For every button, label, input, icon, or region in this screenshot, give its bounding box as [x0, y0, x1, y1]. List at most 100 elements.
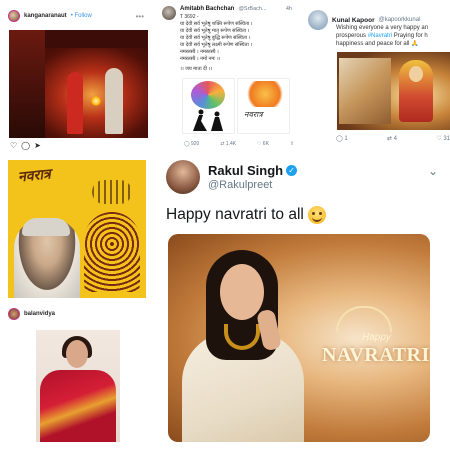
saree-shape [40, 370, 116, 442]
tweet-line: या देवी सर्व भूतेषु शक्ति रूपेण संस्थिता… [180, 21, 253, 27]
tweet-images[interactable]: नवरात्र [182, 78, 290, 134]
tweet-header: Rakul Singh ✓ @Rakulpreet [166, 160, 298, 194]
navratri-text-image[interactable]: नवरात्र [237, 78, 290, 134]
name-block: Rakul Singh ✓ @Rakulpreet [208, 163, 298, 191]
tweet-line: prosperous #Navratri Praying for h [336, 32, 446, 40]
like-action[interactable]: ♡ 6K [257, 141, 269, 147]
lamp-glow [91, 96, 101, 106]
post-header: kanganaranaut • Follow ••• [0, 0, 152, 26]
more-icon[interactable]: ••• [136, 12, 144, 21]
goddess-face [409, 66, 423, 82]
reply-action[interactable]: ◯ 1 [336, 135, 348, 142]
person-hair [22, 218, 70, 236]
retweet-icon: ⇄ [386, 136, 392, 142]
kangana-instagram-post: kanganaranaut • Follow ••• ♡◯➤ [0, 0, 152, 150]
username[interactable]: kanganaranaut [24, 13, 67, 19]
post-image[interactable] [9, 30, 148, 138]
tweet-line: happiness and peace for all 🙏 [336, 41, 419, 47]
image-navratri-text: NAVRATRI [322, 344, 430, 366]
comment-icon[interactable]: ◯ [21, 141, 34, 150]
card-title: नवरात्र [17, 165, 52, 185]
tweet-text: T 3692 - या देवी सर्व भूतेषु शक्ति रूपेण… [156, 14, 298, 73]
crown-motif [336, 306, 392, 332]
retweet-action[interactable]: ⇄ 4 [387, 135, 397, 142]
tweet-image[interactable] [337, 52, 450, 130]
reply-action[interactable]: ◯ 920 [184, 141, 199, 147]
tweet-line: या देवी सर्व भूतेषु बुद्धि रूपेण संस्थित… [180, 35, 251, 41]
handle[interactable]: @SrBach... [238, 6, 266, 12]
tweet-text-part: prosperous [336, 33, 368, 39]
orange-splash-shape [244, 81, 286, 107]
like-count: 31 [443, 136, 450, 142]
post-header: balanvidya [0, 300, 152, 322]
follow-button[interactable]: • Follow [71, 13, 92, 19]
image-word: नवरात्र [244, 110, 263, 119]
tweet-line: या देवी सर्व भूतेषु मातृ रूपेण संस्थिता … [180, 28, 250, 34]
post-action-icons: ♡◯➤ [10, 141, 45, 150]
reply-icon: ◯ [184, 141, 190, 147]
tweet-image[interactable]: Happy NAVRATRI [168, 234, 430, 442]
like-action[interactable]: ♡ 31 [436, 135, 450, 142]
avatar[interactable] [166, 160, 200, 194]
avatar[interactable] [8, 308, 20, 320]
retweet-count: 1.4K [225, 141, 237, 147]
retweet-icon: ⇄ [220, 141, 225, 147]
heart-icon[interactable]: ♡ [10, 141, 21, 150]
colour-splash-image[interactable] [182, 78, 235, 134]
like-icon: ♡ [256, 141, 262, 147]
tweet-text: Happy navratri to all [166, 206, 326, 224]
smile-emoji-icon [307, 206, 326, 224]
retweet-action[interactable]: ⇄ 1.4K [220, 141, 236, 147]
avatar[interactable] [308, 10, 328, 30]
dancers-silhouette [193, 109, 223, 131]
navratri-greeting-card: नवरात्र [0, 152, 152, 300]
post-image[interactable] [36, 330, 120, 442]
temple-art-shape [339, 58, 391, 124]
pattern-shape [92, 180, 132, 204]
display-name: Rakul Singh [208, 163, 284, 178]
colour-splash-shape [191, 81, 225, 109]
handle[interactable]: @kapoorkkunal [379, 17, 421, 23]
display-name[interactable]: Amitabh Bachchan [180, 6, 234, 12]
reply-icon: ◯ [336, 136, 343, 142]
goddess-illustration [84, 212, 140, 292]
avatar[interactable] [8, 10, 20, 22]
like-count: 6K [262, 141, 269, 147]
tweet-line: नमस्तस्यै । नमो नमः ।। [180, 56, 221, 62]
face-shape [220, 264, 264, 320]
display-name-row[interactable]: Rakul Singh ✓ [208, 163, 298, 178]
image-happy-text: Happy [362, 332, 391, 343]
retweet-count: 4 [393, 136, 398, 142]
reply-count: 920 [191, 141, 200, 147]
avatar[interactable] [162, 6, 176, 20]
share-icon[interactable]: ➤ [34, 141, 45, 150]
tweet-actions: ◯ 920 ⇄ 1.4K ♡ 6K ⇪ [184, 141, 294, 147]
share-icon[interactable]: ⇪ [290, 141, 294, 147]
chevron-down-icon[interactable]: ⌄ [428, 164, 438, 178]
tweet-line: Wishing everyone a very happy an [336, 25, 429, 31]
handle[interactable]: @Rakulpreet [208, 179, 297, 191]
tweet-id: T 3692 - [180, 14, 199, 20]
vidya-instagram-post: balanvidya [0, 300, 152, 450]
card-image[interactable]: नवरात्र [8, 160, 146, 298]
like-icon: ♡ [436, 136, 442, 142]
username[interactable]: balanvidya [24, 311, 55, 317]
face-shape [66, 340, 88, 368]
reply-count: 1 [344, 136, 348, 142]
verified-icon: ✓ [286, 165, 298, 176]
figure-white-outfit [105, 68, 123, 134]
timestamp: 4h [285, 6, 292, 12]
kunal-tweet: Kunal Kapoor @kapoorkkunal Wishing every… [302, 0, 450, 150]
tweet-line: या देवी सर्व भूतेषु लक्ष्मी रूपेण संस्थि… [180, 42, 253, 48]
shrine-shelf-shape [9, 30, 45, 138]
amitabh-tweet: Amitabh Bachchan @SrBach... 4h T 3692 - … [156, 0, 298, 152]
tweet-closing: ।। जय माता दी ।। [180, 66, 213, 72]
display-name[interactable]: Kunal Kapoor [332, 17, 375, 24]
figure-red-saree [67, 72, 83, 134]
tweet-line: नमस्तस्यै । नमस्तस्यै । [180, 49, 219, 55]
hashtag-link[interactable]: #Navratri [368, 33, 392, 39]
tweet-text-part: Praying for h [392, 33, 428, 39]
rakul-tweet: Rakul Singh ✓ @Rakulpreet ⌄ Happy navrat… [156, 152, 450, 450]
tweet-actions: ◯ 1 ⇄ 4 ♡ 31 [336, 135, 450, 142]
tweet-text-content: Happy navratri to all [166, 206, 304, 223]
